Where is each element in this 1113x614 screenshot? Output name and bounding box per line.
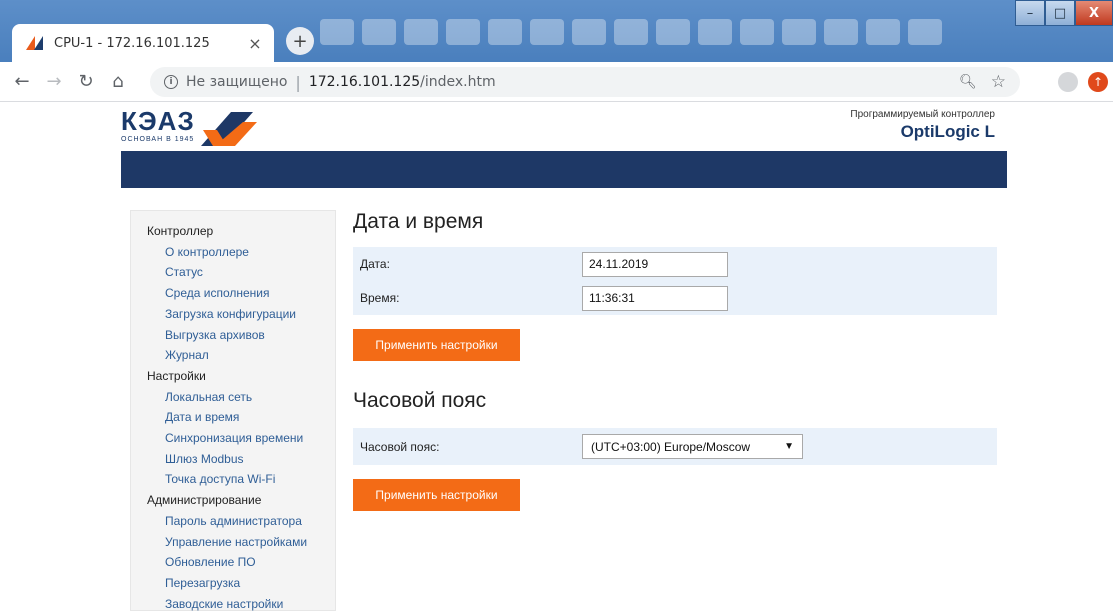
- inactive-tab[interactable]: [740, 19, 774, 45]
- timezone-label: Часовой пояс:: [360, 439, 440, 454]
- inactive-tab[interactable]: [404, 19, 438, 45]
- dropdown-caret-icon: ▼: [784, 441, 794, 452]
- new-tab-button[interactable]: +: [286, 27, 314, 55]
- datetime-heading: Дата и время: [353, 210, 484, 233]
- apply-datetime-button[interactable]: Применить настройки: [353, 329, 520, 361]
- datetime-form: Дата: 24.11.2019 Время: 11:36:31: [353, 247, 997, 315]
- sidebar-group-settings: Настройки: [147, 368, 206, 383]
- kaez-favicon-icon: [26, 36, 44, 50]
- inactive-tab[interactable]: [530, 19, 564, 45]
- sidebar-item-reboot[interactable]: Перезагрузка: [147, 573, 335, 594]
- header-banner: [121, 151, 1007, 188]
- sidebar-group-admin: Администрирование: [147, 493, 262, 508]
- product-name: OptiLogic L: [900, 122, 995, 141]
- kaez-logo: КЭАЗ ОСНОВАН В 1945: [121, 106, 261, 146]
- update-icon[interactable]: ↑: [1088, 72, 1108, 92]
- sidebar-item-settings-management[interactable]: Управление настройками: [147, 532, 335, 553]
- window-minimize-button[interactable]: –: [1015, 0, 1045, 26]
- window-maximize-button[interactable]: □: [1045, 0, 1075, 26]
- browser-tab-active[interactable]: CPU-1 - 172.16.101.125 ×: [12, 24, 274, 62]
- inactive-tab[interactable]: [908, 19, 942, 45]
- sidebar-item-log[interactable]: Журнал: [147, 345, 335, 366]
- url-path: /index.htm: [420, 74, 496, 90]
- browser-toolbar: ← → ↻ ⌂ i Не защищено | 172.16.101.125/i…: [0, 62, 1113, 102]
- inactive-tab[interactable]: [824, 19, 858, 45]
- inactive-tab[interactable]: [362, 19, 396, 45]
- inactive-tab[interactable]: [866, 19, 900, 45]
- sidebar-item-wifi-ap[interactable]: Точка доступа Wi-Fi: [147, 469, 335, 490]
- logo-mark-icon: [201, 112, 257, 146]
- sidebar-item-datetime[interactable]: Дата и время: [147, 407, 335, 428]
- inactive-tab[interactable]: [656, 19, 690, 45]
- sidebar-item-config-upload[interactable]: Загрузка конфигурации: [147, 304, 335, 325]
- timezone-heading: Часовой пояс: [353, 389, 487, 412]
- sidebar-item-status[interactable]: Статус: [147, 262, 335, 283]
- sidebar-item-time-sync[interactable]: Синхронизация времени: [147, 428, 335, 449]
- sidebar-item-lan[interactable]: Локальная сеть: [147, 387, 335, 408]
- inactive-tab[interactable]: [572, 19, 606, 45]
- sidebar-item-admin-password[interactable]: Пароль администратора: [147, 511, 335, 532]
- apply-timezone-button[interactable]: Применить настройки: [353, 479, 520, 511]
- sidebar-item-modbus-gateway[interactable]: Шлюз Modbus: [147, 449, 335, 470]
- security-status: Не защищено: [186, 74, 288, 90]
- browser-titlebar: CPU-1 - 172.16.101.125 × + – □ X: [0, 0, 1113, 62]
- time-input[interactable]: 11:36:31: [582, 285, 728, 311]
- address-bar[interactable]: i Не защищено | 172.16.101.125/index.htm…: [150, 67, 1020, 97]
- sidebar-nav: Контроллер О контроллере Статус Среда ис…: [130, 210, 336, 611]
- timezone-form: Часовой пояс: (UTC+03:00) Europe/Moscow …: [353, 428, 997, 465]
- date-row: Дата: 24.11.2019: [353, 247, 997, 281]
- timezone-selected-value: (UTC+03:00) Europe/Moscow: [591, 439, 751, 454]
- timezone-select[interactable]: (UTC+03:00) Europe/Moscow ▼: [582, 434, 803, 459]
- inactive-tab[interactable]: [488, 19, 522, 45]
- bookmark-star-icon[interactable]: ☆: [991, 72, 1006, 92]
- inactive-tab[interactable]: [782, 19, 816, 45]
- url-separator: |: [295, 72, 301, 92]
- inactive-tab[interactable]: [446, 19, 480, 45]
- sidebar-group-controller: Контроллер: [147, 224, 214, 238]
- inactive-tab[interactable]: [614, 19, 648, 45]
- sidebar-item-runtime[interactable]: Среда исполнения: [147, 283, 335, 304]
- date-label: Дата:: [360, 257, 390, 271]
- home-icon[interactable]: ⌂: [102, 66, 134, 98]
- time-label: Время:: [360, 291, 400, 305]
- date-input[interactable]: 24.11.2019: [582, 251, 728, 277]
- sidebar-item-archive-download[interactable]: Выгрузка архивов: [147, 325, 335, 346]
- sidebar-item-about[interactable]: О контроллере: [147, 242, 335, 263]
- tab-close-icon[interactable]: ×: [246, 34, 264, 53]
- window-close-button[interactable]: X: [1075, 0, 1113, 26]
- sidebar-item-firmware-update[interactable]: Обновление ПО: [147, 552, 335, 573]
- product-category: Программируемый контроллер: [850, 109, 995, 120]
- info-icon[interactable]: i: [164, 75, 178, 89]
- reload-icon[interactable]: ↻: [70, 66, 102, 98]
- forward-arrow-icon[interactable]: →: [38, 66, 70, 98]
- time-row: Время: 11:36:31: [353, 281, 997, 315]
- main-content: Дата и время Дата: 24.11.2019 Время: 11:…: [353, 210, 997, 511]
- inactive-tabs: [320, 10, 960, 54]
- inactive-tab[interactable]: [320, 19, 354, 45]
- logo-text: КЭАЗ: [121, 106, 195, 136]
- inactive-tab[interactable]: [698, 19, 732, 45]
- tab-title: CPU-1 - 172.16.101.125: [54, 35, 210, 51]
- zoom-icon[interactable]: 🔍︎: [959, 74, 977, 90]
- profile-avatar[interactable]: [1058, 72, 1078, 92]
- url-host: 172.16.101.125: [308, 74, 421, 90]
- logo-subtext: ОСНОВАН В 1945: [121, 136, 195, 143]
- back-arrow-icon[interactable]: ←: [6, 66, 38, 98]
- timezone-row: Часовой пояс: (UTC+03:00) Europe/Moscow …: [353, 428, 997, 465]
